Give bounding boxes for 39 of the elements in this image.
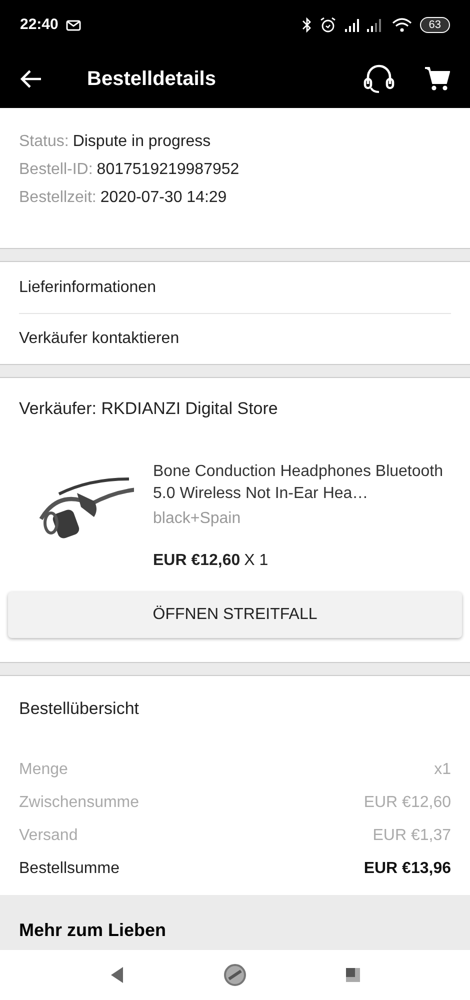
- menu-link[interactable]: Verkäufer kontaktieren: [19, 327, 180, 351]
- section-title: Mehr zum Lieben: [19, 920, 166, 940]
- product-quantity: X 1: [244, 550, 268, 570]
- signal-icon: [366, 18, 384, 32]
- bluetooth-icon: [302, 17, 312, 33]
- info-value: 2020-07-30 14:29: [100, 188, 227, 208]
- product-variant: black+Spain: [153, 508, 242, 528]
- headset-icon[interactable]: [362, 64, 396, 94]
- info-value: 8017519219987952: [96, 160, 240, 180]
- back-nav-icon[interactable]: [109, 966, 125, 984]
- menu-link[interactable]: Lieferinformationen: [19, 276, 156, 300]
- page-title: Bestelldetails: [87, 67, 216, 92]
- battery-icon: 63: [420, 17, 450, 33]
- section-title: Bestellübersicht: [19, 698, 140, 720]
- cart-icon[interactable]: [424, 66, 450, 92]
- summary-label: Menge: [19, 760, 68, 780]
- info-label: Bestellzeit:: [19, 188, 96, 208]
- status-time: 22:40: [20, 14, 58, 35]
- summary-value: EUR €12,60: [364, 793, 451, 813]
- summary-value: x1: [434, 760, 451, 780]
- info-value: Dispute in progress: [72, 132, 211, 152]
- product-title[interactable]: Bone Conduction Headphones Bluetooth 5.0 Wireless Not In-Ear Hea…: [153, 448, 451, 504]
- alarm-icon: [320, 17, 336, 33]
- info-label: Status:: [19, 132, 69, 152]
- open-dispute-button[interactable]: ÖFFNEN STREITFALL: [8, 592, 462, 638]
- back-arrow-icon[interactable]: [20, 69, 42, 89]
- signal-icon: [344, 18, 362, 32]
- seller-name: Verkäufer: RKDIANZI Digital Store: [18, 398, 279, 420]
- product-price: EUR €12,60: [153, 550, 240, 570]
- mail-icon: [66, 20, 82, 30]
- summary-label: Versand: [19, 826, 78, 846]
- wifi-icon: [392, 18, 412, 32]
- summary-label: Bestellsumme: [19, 859, 120, 879]
- summary-value: EUR €1,37: [372, 826, 451, 846]
- info-label: Bestell-ID:: [19, 160, 93, 180]
- summary-value: EUR €13,96: [364, 859, 451, 879]
- home-nav-icon[interactable]: [223, 963, 247, 987]
- recents-nav-icon[interactable]: [345, 967, 361, 983]
- summary-label: Zwischensumme: [19, 793, 140, 813]
